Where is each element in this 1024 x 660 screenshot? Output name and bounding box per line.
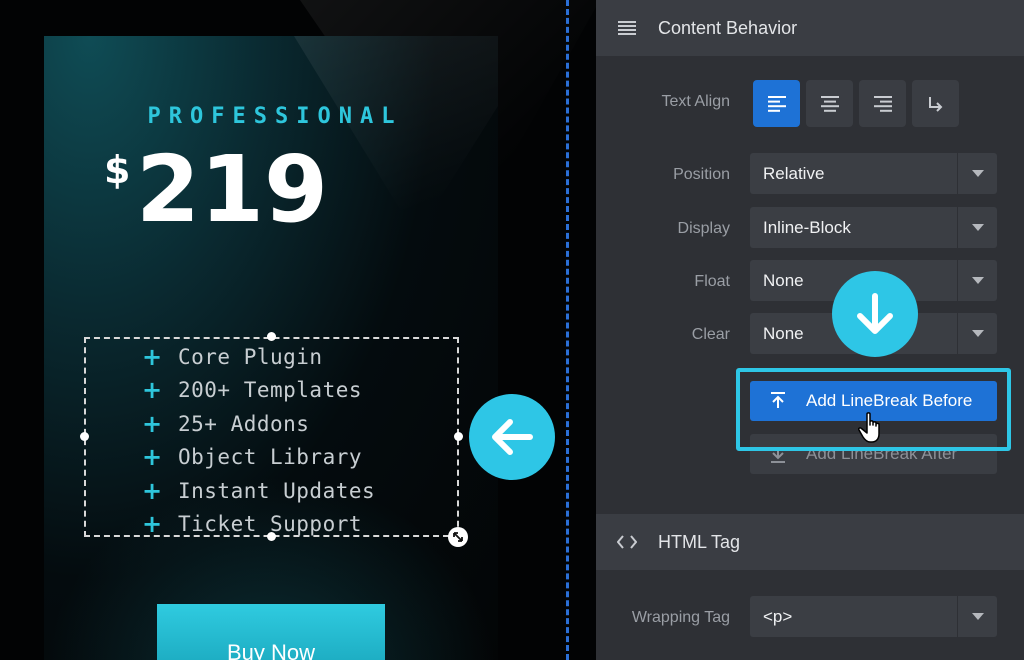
feature-text: Core Plugin: [178, 344, 323, 369]
display-select[interactable]: Inline-Block: [750, 207, 997, 248]
resize-handle-left[interactable]: [80, 432, 89, 441]
text-align-label: Text Align: [661, 93, 730, 110]
align-left-icon: [767, 95, 786, 112]
chevron-down-icon: [957, 313, 997, 354]
linebreak-arrow-icon: [928, 96, 942, 112]
plus-icon: +: [142, 342, 163, 371]
wrapping-tag-select[interactable]: <p>: [750, 596, 997, 637]
code-brackets-icon: [596, 535, 658, 549]
align-right-icon: [873, 95, 892, 112]
content-behavior-header[interactable]: Content Behavior: [596, 0, 1024, 56]
list-item: +25+ Addons: [142, 407, 375, 441]
hand-pointer-icon: [858, 412, 886, 444]
wrapping-tag-value: <p>: [763, 606, 793, 626]
align-right-button[interactable]: [859, 80, 906, 127]
linebreak-arrow-button[interactable]: [912, 80, 959, 127]
settings-panel: Content Behavior Text Align Position Rel…: [596, 0, 1024, 660]
plus-icon: +: [142, 443, 163, 472]
list-item: + Core Plugin: [142, 340, 375, 374]
feature-list[interactable]: + Core Plugin +200+ Templates +25+ Addons…: [142, 340, 375, 541]
section-title: HTML Tag: [658, 531, 741, 552]
display-value: Inline-Block: [763, 217, 851, 237]
list-item: + Instant Updates: [142, 474, 375, 508]
chevron-down-icon: [957, 153, 997, 194]
resize-handle-right[interactable]: [454, 432, 463, 441]
section-divider: [566, 0, 569, 660]
display-label: Display: [677, 220, 730, 237]
align-center-button[interactable]: [806, 80, 853, 127]
page-canvas[interactable]: PROFESSIONAL $ 219 + Core Plugin +200+ Te…: [0, 0, 596, 660]
feature-text: Ticket Support: [178, 512, 363, 537]
align-center-icon: [820, 95, 839, 112]
plus-icon: +: [142, 476, 163, 505]
list-item: + Object Library: [142, 441, 375, 475]
list-item: +200+ Templates: [142, 374, 375, 408]
position-label: Position: [673, 166, 730, 183]
plus-icon: +: [142, 510, 163, 539]
feature-text: 25+ Addons: [178, 411, 310, 436]
arrow-left-icon: [469, 394, 555, 480]
plus-icon: +: [142, 409, 163, 438]
price-currency: $: [104, 148, 131, 192]
html-tag-header[interactable]: HTML Tag: [596, 514, 1024, 570]
section-title: Content Behavior: [658, 17, 798, 38]
resize-corner-icon[interactable]: [448, 527, 468, 547]
feature-text: Object Library: [178, 445, 363, 470]
align-left-button[interactable]: [753, 80, 800, 127]
buy-now-button[interactable]: Buy Now: [157, 604, 385, 660]
float-label: Float: [694, 273, 730, 290]
feature-text: 200+ Templates: [178, 378, 363, 403]
clear-label: Clear: [691, 326, 730, 343]
wrapping-tag-label: Wrapping Tag: [631, 609, 730, 626]
position-select[interactable]: Relative: [750, 153, 997, 194]
plan-name: PROFESSIONAL: [147, 104, 403, 129]
chevron-down-icon: [957, 596, 997, 637]
price-amount: 219: [136, 136, 329, 243]
list-item: + Ticket Support: [142, 508, 375, 542]
menu-lines-icon: [596, 21, 658, 35]
feature-text: Instant Updates: [178, 478, 376, 503]
arrow-down-icon: [832, 271, 918, 357]
chevron-down-icon: [957, 207, 997, 248]
plus-icon: +: [142, 376, 163, 405]
position-value: Relative: [763, 163, 825, 183]
chevron-down-icon: [957, 260, 997, 301]
